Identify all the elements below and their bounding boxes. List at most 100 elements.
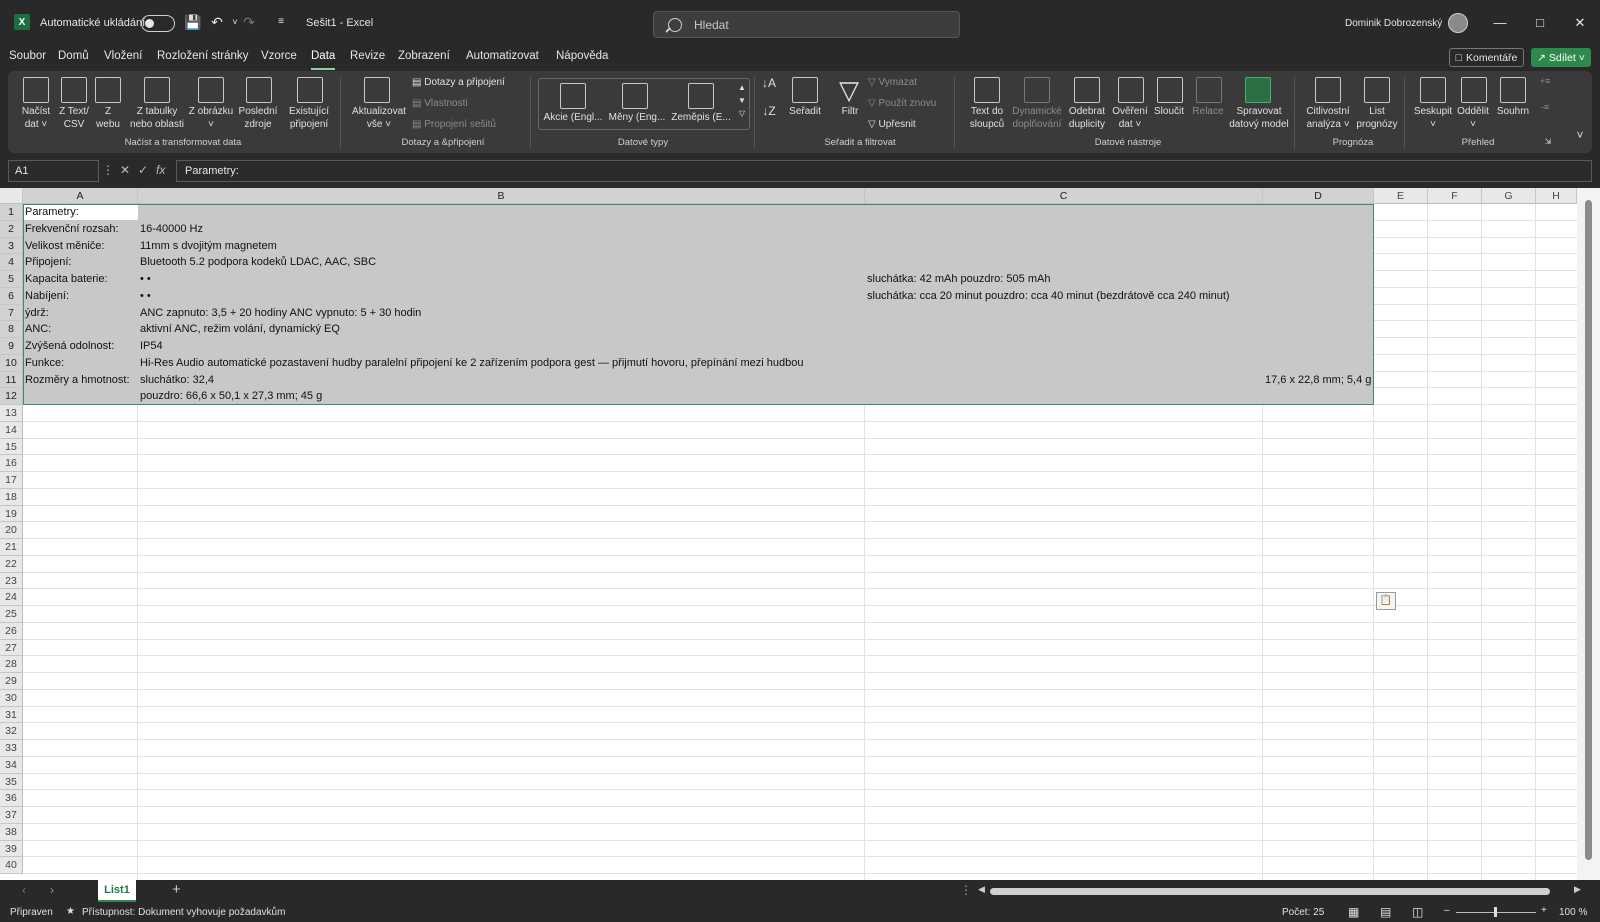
row-header[interactable]: 18 — [0, 488, 23, 506]
autosave-toggle[interactable] — [141, 15, 175, 32]
row-header[interactable]: 21 — [0, 539, 23, 556]
clear-filter-button[interactable]: ▽ Vymazat — [868, 76, 952, 89]
cell-a3[interactable]: Velikost měniče: — [23, 238, 138, 254]
from-web-button[interactable]: Zwebu — [88, 105, 128, 131]
cell-c5[interactable]: sluchátka: 42 mAh pouzdro: 505 mAh — [865, 271, 1263, 287]
text-to-columns-button[interactable]: Text do sloupců — [962, 105, 1012, 131]
gallery-scroll-icon[interactable]: ▲ ▼ ▽ — [736, 81, 748, 120]
name-box[interactable]: A1 — [8, 160, 99, 182]
row-header[interactable]: 5 — [0, 271, 23, 288]
row-header[interactable]: 27 — [0, 639, 23, 657]
tab-vzorce[interactable]: Vzorce — [261, 50, 297, 62]
consolidate-button[interactable]: Sloučit — [1148, 105, 1190, 118]
cell-a8[interactable]: ANC: — [23, 321, 138, 337]
search-box[interactable]: Hledat — [653, 11, 960, 38]
cancel-icon[interactable]: ✕ — [120, 163, 130, 177]
relationships-button[interactable]: Relace — [1186, 105, 1230, 118]
cell-a7[interactable]: ýdrž: — [23, 305, 138, 321]
existing-connections-button[interactable]: Existující připojení — [284, 105, 334, 131]
row-header[interactable]: 16 — [0, 455, 23, 472]
column-header-c[interactable]: C — [865, 188, 1263, 204]
row-header[interactable]: 1 — [0, 204, 23, 221]
sort-az-icon[interactable]: ↓A — [760, 77, 778, 90]
row-header[interactable]: 32 — [0, 723, 23, 740]
zoom-in-icon[interactable]: + — [1541, 905, 1547, 916]
get-data-button[interactable]: Načíst dat ˅ — [16, 105, 56, 131]
row-header[interactable]: 6 — [0, 287, 23, 305]
row-header[interactable]: 33 — [0, 740, 23, 757]
paste-options-icon[interactable]: 📋 — [1376, 592, 1396, 610]
row-header[interactable]: 8 — [0, 321, 23, 338]
row-header[interactable]: 29 — [0, 673, 23, 690]
cell-a1[interactable]: Parametry: — [23, 204, 138, 220]
from-picture-button[interactable]: Z obrázku ˅ — [188, 105, 234, 131]
reapply-button[interactable]: ▽ Použít znovu — [868, 97, 952, 110]
cell-a6[interactable]: Nabíjení: — [23, 288, 138, 304]
data-validation-button[interactable]: Ověření dat ˅ — [1108, 105, 1152, 131]
maximize-icon[interactable]: □ — [1530, 13, 1550, 33]
cell-b3[interactable]: 11mm s dvojitým magnetem — [138, 238, 865, 254]
forecast-sheet-button[interactable]: List prognózy — [1354, 105, 1400, 131]
row-header[interactable]: 22 — [0, 555, 23, 573]
row-header[interactable]: 35 — [0, 773, 23, 791]
column-header-b[interactable]: B — [138, 188, 865, 204]
tab-automatizovat[interactable]: Automatizovat — [466, 50, 539, 62]
customize-toolbar-icon[interactable]: ≡ — [272, 13, 290, 31]
cell-a5[interactable]: Kapacita baterie: — [23, 271, 138, 287]
geography-button[interactable]: Zeměpis (E... — [670, 111, 732, 124]
page-break-icon[interactable]: ◫ — [1412, 905, 1423, 919]
enter-icon[interactable]: ✓ — [138, 163, 148, 177]
vertical-scrollbar[interactable] — [1577, 188, 1600, 880]
row-header[interactable]: 37 — [0, 807, 23, 824]
cell-a4[interactable]: Připojení: — [23, 254, 138, 270]
select-all-corner[interactable] — [0, 188, 23, 204]
formula-input[interactable]: Parametry: — [176, 160, 1592, 182]
sheet-tab-list1[interactable]: List1 — [98, 880, 136, 902]
row-header[interactable]: 7 — [0, 304, 23, 322]
row-header[interactable]: 30 — [0, 689, 23, 707]
row-header[interactable]: 31 — [0, 706, 23, 724]
currencies-button[interactable]: Měny (Eng... — [606, 111, 668, 124]
cell-d11[interactable]: 17,6 x 22,8 mm; 5,4 g — [1263, 372, 1374, 388]
subtotal-button[interactable]: Souhrn — [1490, 105, 1536, 118]
normal-view-icon[interactable]: ▦ — [1348, 905, 1359, 919]
column-header-f[interactable]: F — [1428, 188, 1482, 204]
page-layout-icon[interactable]: ▤ — [1380, 905, 1391, 919]
row-header[interactable]: 24 — [0, 589, 23, 606]
worksheet-grid[interactable]: A B C D E F G H 1 2 3 4 5 6 7 8 9 10 11 12 13 14 15 16 1… — [0, 188, 1600, 880]
tab-rozlozeni-stranky[interactable]: Rozložení stránky — [157, 50, 248, 62]
comments-button[interactable]: □ Komentáře — [1449, 48, 1524, 67]
close-icon[interactable]: ✕ — [1570, 13, 1590, 33]
cell-b4[interactable]: Bluetooth 5.2 podpora kodeků LDAC, AAC, … — [138, 254, 865, 270]
filter-button[interactable]: Filtr — [832, 105, 868, 118]
row-header[interactable]: 11 — [0, 371, 23, 389]
cell-b8[interactable]: aktivní ANC, režim volání, dynamický EQ — [138, 321, 865, 337]
tab-soubor[interactable]: Soubor — [9, 50, 46, 62]
cell-b7[interactable]: ANC zapnuto: 3,5 + 20 hodiny ANC vypnuto… — [138, 305, 865, 321]
row-header[interactable]: 10 — [0, 354, 23, 372]
cell-a2[interactable]: Frekvenční rozsah: — [23, 221, 138, 237]
stocks-button[interactable]: Akcie (Engl... — [542, 111, 604, 124]
sort-button[interactable]: Seřadit — [782, 105, 828, 118]
scroll-right-icon[interactable]: ▶ — [1574, 884, 1581, 895]
tab-napoveda[interactable]: Nápověda — [556, 50, 608, 62]
column-header-e[interactable]: E — [1374, 188, 1428, 204]
cell-a11[interactable]: Rozměry a hmotnost: — [23, 372, 138, 388]
horizontal-scroll-thumb[interactable] — [990, 888, 1550, 895]
next-sheet-icon[interactable]: › — [50, 883, 54, 897]
flash-fill-button[interactable]: Dynamické doplňování — [1010, 105, 1064, 131]
prev-sheet-icon[interactable]: ‹ — [22, 883, 26, 897]
column-header-h[interactable]: H — [1536, 188, 1577, 204]
vertical-scroll-thumb[interactable] — [1585, 200, 1592, 860]
row-header[interactable]: 36 — [0, 790, 23, 807]
row-header[interactable]: 9 — [0, 338, 23, 355]
cell-a9[interactable]: Zvýšená odolnost: — [23, 338, 138, 354]
cell-b6[interactable]: • • — [138, 288, 865, 304]
row-header[interactable]: 39 — [0, 840, 23, 858]
redo-icon[interactable]: ↷ — [240, 13, 258, 31]
scroll-left-icon[interactable]: ◀ — [978, 884, 985, 895]
row-header[interactable]: 2 — [0, 220, 23, 238]
collapse-ribbon-icon[interactable]: ˅ — [1573, 129, 1587, 142]
show-detail-icon[interactable]: +≡ -≡ — [1538, 75, 1552, 114]
remove-duplicates-button[interactable]: Odebrat duplicity — [1062, 105, 1112, 131]
